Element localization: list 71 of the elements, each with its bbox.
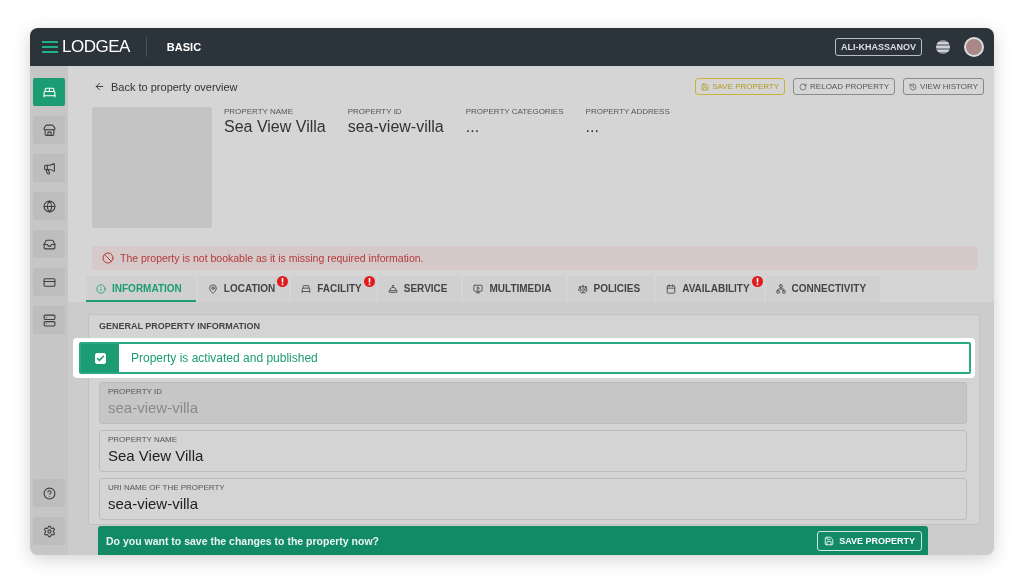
summary-label: PROPERTY ID: [347, 107, 403, 116]
check-icon: [95, 353, 105, 363]
sidebar-item[interactable]: [33, 116, 65, 144]
action-button[interactable]: RELOAD PROPERTY: [793, 78, 896, 95]
sidebar-item[interactable]: [33, 517, 65, 545]
reload-icon: [799, 82, 808, 91]
network-icon: [775, 283, 786, 294]
sidebar-item[interactable]: [33, 154, 65, 182]
tab[interactable]: FACILITY: [291, 276, 376, 302]
plan-label: BASIC: [166, 41, 202, 53]
user-name[interactable]: ALI-KHASSANOV: [835, 38, 922, 56]
alert-text: The property is not bookable as it is missing required information.: [120, 252, 424, 264]
sidebar-item[interactable]: [33, 268, 65, 296]
bell-icon: [387, 283, 398, 294]
field-label: PROPERTY ID: [108, 387, 163, 396]
section-title: GENERAL PROPERTY INFORMATION: [99, 320, 261, 333]
settings-icon: [42, 524, 56, 538]
language-icon[interactable]: [936, 40, 950, 54]
blocked-icon: [102, 252, 114, 264]
calendar-icon: [666, 283, 677, 294]
tab[interactable]: MULTIMEDIA: [463, 276, 566, 302]
inbox-icon: [42, 237, 56, 251]
sidebar-item[interactable]: [33, 230, 65, 258]
server-icon: [42, 313, 56, 327]
summary-label: PROPERTY CATEGORIES: [465, 107, 564, 116]
status-text: Property is activated and published: [131, 351, 318, 365]
save-icon: [824, 535, 835, 546]
sidebar-item[interactable]: [33, 306, 65, 334]
sidebar-item[interactable]: [33, 78, 65, 106]
bed-icon: [42, 85, 56, 99]
arrow-left-icon: [94, 81, 105, 92]
summary-label: PROPERTY ADDRESS: [585, 107, 670, 116]
menu-icon[interactable]: [42, 41, 58, 53]
avatar[interactable]: [964, 37, 984, 57]
sidebar-item[interactable]: [33, 479, 65, 507]
logo: LODGEA: [42, 37, 147, 57]
save-icon: [701, 82, 710, 91]
globe-icon: [42, 199, 56, 213]
back-link[interactable]: Back to property overview: [80, 80, 238, 93]
pin-icon: [207, 283, 218, 294]
field-value: sea-view-villa: [108, 495, 200, 512]
scale-icon: [577, 283, 588, 294]
save-button[interactable]: SAVE PROPERTY: [817, 530, 922, 551]
tab[interactable]: POLICIES: [567, 276, 655, 302]
store-icon: [42, 123, 56, 137]
field-value: sea-view-villa: [108, 399, 200, 416]
summary-value: ...: [465, 118, 481, 136]
tab[interactable]: LOCATION: [197, 276, 290, 302]
field-label: PROPERTY NAME: [108, 435, 179, 444]
summary-value: Sea View Villa: [224, 118, 326, 136]
info-icon: [96, 283, 106, 294]
checkbox[interactable]: [81, 344, 119, 372]
monitor-icon: [473, 283, 484, 294]
field-label: URI NAME OF THE PROPERTY: [108, 483, 226, 492]
card-icon: [42, 275, 56, 289]
input-field[interactable]: URI NAME OF THE PROPERTY sea-view-villa: [99, 478, 967, 520]
summary-label: PROPERTY NAME: [224, 107, 295, 116]
megaphone-icon: [42, 161, 56, 175]
tab[interactable]: SERVICE: [377, 276, 462, 302]
history-icon: [909, 82, 918, 91]
input-field[interactable]: PROPERTY NAME Sea View Villa: [99, 430, 967, 472]
tab[interactable]: AVAILABILITY: [656, 276, 764, 302]
summary-value: sea-view-villa: [347, 118, 444, 136]
summary-value: ...: [585, 118, 600, 136]
help-icon: [42, 486, 56, 500]
save-prompt: Do you want to save the changes to the property now?: [106, 534, 381, 547]
sidebar-item[interactable]: [33, 192, 65, 220]
action-button[interactable]: VIEW HISTORY: [903, 78, 984, 95]
bed-icon: [301, 283, 312, 294]
field-value: Sea View Villa: [108, 447, 205, 464]
tab[interactable]: CONNECTIVITY: [765, 276, 881, 302]
